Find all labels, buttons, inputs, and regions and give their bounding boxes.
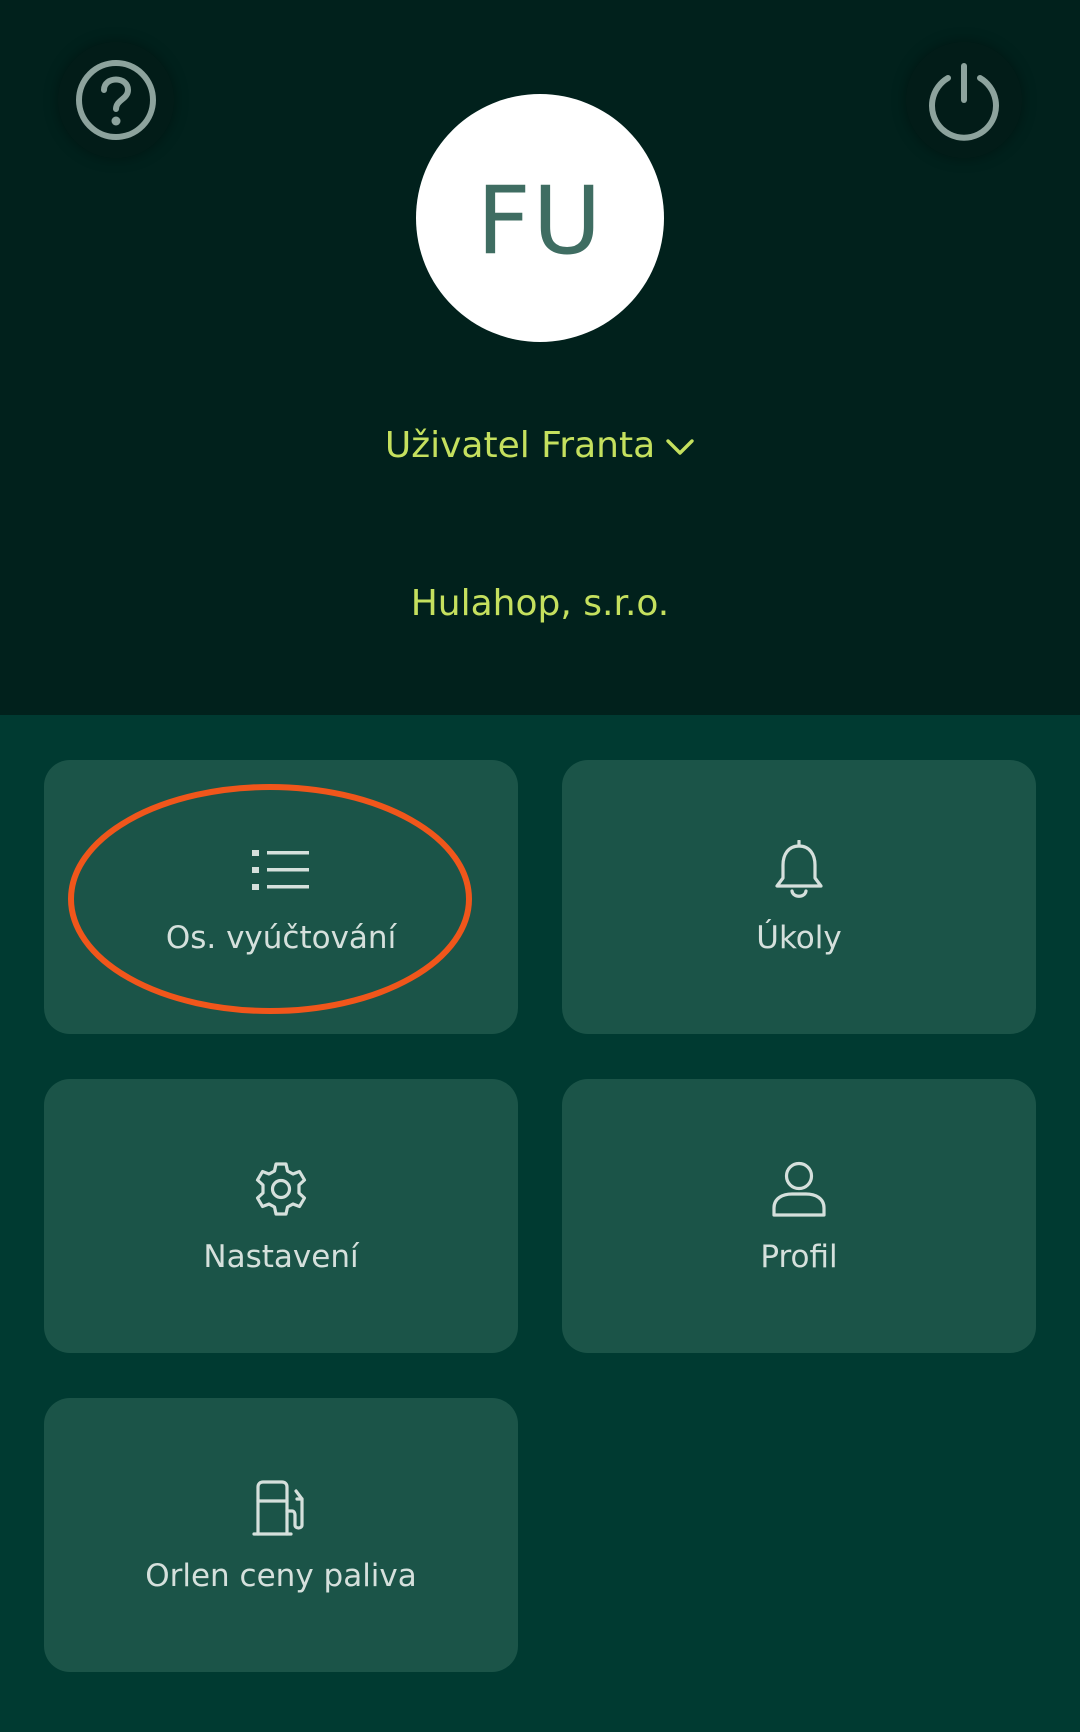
menu-tile-label: Úkoly bbox=[756, 920, 842, 956]
avatar: FU bbox=[416, 94, 664, 342]
menu-tile-label: Orlen ceny paliva bbox=[145, 1558, 417, 1594]
help-button[interactable] bbox=[58, 42, 174, 158]
menu-tile-label: Profil bbox=[760, 1239, 838, 1275]
company-name: Hulahop, s.r.o. bbox=[410, 583, 670, 624]
menu-tile-tasks[interactable]: Úkoly bbox=[562, 760, 1036, 1034]
menu-tile-label: Nastavení bbox=[203, 1239, 359, 1275]
user-icon bbox=[772, 1161, 826, 1217]
question-circle-icon bbox=[76, 60, 156, 140]
power-icon bbox=[929, 63, 999, 141]
menu-tile-settings[interactable]: Nastavení bbox=[44, 1079, 518, 1353]
gear-icon bbox=[255, 1162, 307, 1216]
avatar-initials: FU bbox=[476, 166, 604, 276]
user-name: Uživatel Franta bbox=[384, 425, 656, 466]
bell-icon bbox=[775, 840, 823, 898]
user-selector[interactable]: Uživatel Franta bbox=[0, 425, 1080, 466]
menu-tile-profile[interactable]: Profil bbox=[562, 1079, 1036, 1353]
menu-tile-expense-report[interactable]: Os. vyúčtování bbox=[44, 760, 518, 1034]
header: FU Uživatel Franta Hulahop, s.r.o. bbox=[0, 0, 1080, 715]
list-icon bbox=[252, 850, 309, 890]
chevron-down-icon bbox=[666, 438, 694, 455]
menu-tile-fuel-prices[interactable]: Orlen ceny paliva bbox=[44, 1398, 518, 1672]
menu-tile-label: Os. vyúčtování bbox=[165, 920, 397, 956]
logout-button[interactable] bbox=[906, 42, 1022, 158]
fuel-pump-icon bbox=[252, 1480, 304, 1536]
